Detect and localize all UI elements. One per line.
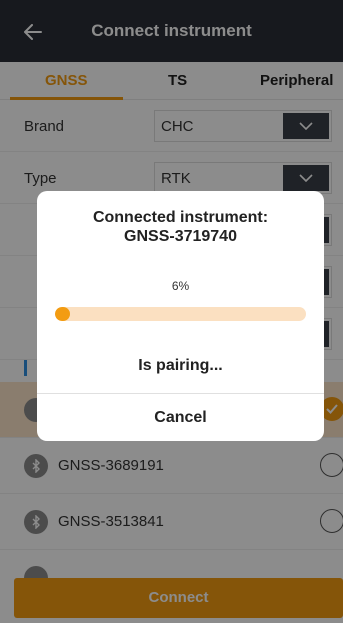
dialog-title-device: GNSS-3719740 [124,228,237,245]
dialog-title: Connected instrument: GNSS-3719740 [37,208,324,246]
progress-percent: 6% [171,279,190,293]
cancel-button[interactable]: Cancel [37,394,324,441]
pairing-dialog: Connected instrument: GNSS-3719740 6% Is… [37,191,324,441]
pairing-status: Is pairing... [138,357,223,374]
dialog-title-line1: Connected instrument: [92,209,269,226]
progress-bar [55,307,306,321]
progress-fill [55,307,70,321]
